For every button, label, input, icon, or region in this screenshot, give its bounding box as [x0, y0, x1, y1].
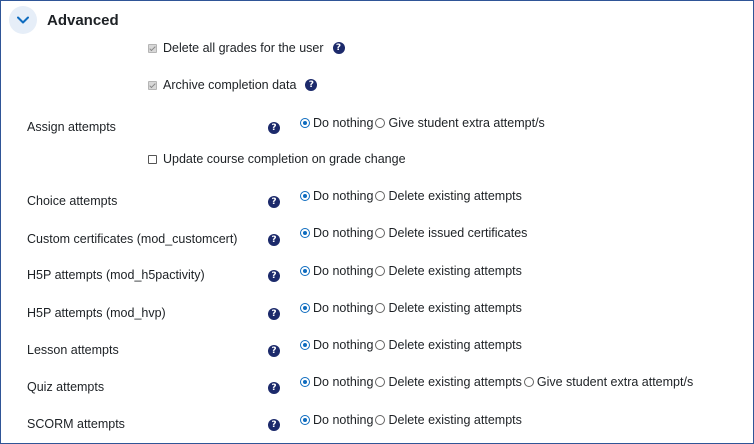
- delete-grades-checkbox[interactable]: [148, 43, 157, 53]
- row-label-h5p-activity-attempts: H5P attempts (mod_h5pactivity): [27, 268, 205, 282]
- help-icon[interactable]: ?: [305, 79, 318, 91]
- radio-button[interactable]: [375, 415, 386, 425]
- radio-option-delete-attempts[interactable]: Delete existing attempts: [375, 375, 522, 389]
- radio-option-extra-attempts[interactable]: Give student extra attempt/s: [375, 116, 545, 130]
- radio-group-quiz-attempts: Do nothing Delete existing attempts Give…: [300, 375, 693, 389]
- radio-option-do-nothing[interactable]: Do nothing: [300, 413, 373, 427]
- help-icon[interactable]: ?: [268, 345, 280, 357]
- radio-button[interactable]: [523, 377, 534, 387]
- help-icon[interactable]: ?: [268, 419, 280, 431]
- help-icon[interactable]: ?: [332, 42, 345, 54]
- archive-completion-label: Archive completion data: [163, 78, 297, 92]
- radio-button[interactable]: [300, 377, 310, 387]
- radio-option-do-nothing[interactable]: Do nothing: [300, 226, 373, 240]
- advanced-settings-panel: Advanced Delete all grades for the user …: [0, 0, 754, 444]
- section-title: Advanced: [47, 11, 119, 29]
- radio-group-custom-certificates: Do nothing Delete issued certificates: [300, 226, 527, 240]
- radio-group-choice-attempts: Do nothing Delete existing attempts: [300, 189, 522, 203]
- delete-grades-option: Delete all grades for the user ?: [148, 41, 345, 55]
- help-icon[interactable]: ?: [268, 196, 280, 208]
- radio-button[interactable]: [375, 340, 386, 350]
- radio-option-delete-attempts[interactable]: Delete existing attempts: [375, 338, 522, 352]
- radio-button[interactable]: [375, 377, 386, 387]
- row-label-choice-attempts: Choice attempts: [27, 194, 118, 208]
- radio-option-delete-certificates[interactable]: Delete issued certificates: [375, 226, 527, 240]
- radio-group-h5p-hvp-attempts: Do nothing Delete existing attempts: [300, 301, 522, 315]
- update-completion-label: Update course completion on grade change: [163, 152, 406, 166]
- radio-button[interactable]: [300, 266, 310, 276]
- radio-option-do-nothing[interactable]: Do nothing: [300, 338, 373, 352]
- row-label-lesson-attempts: Lesson attempts: [27, 343, 119, 357]
- radio-button[interactable]: [375, 228, 386, 238]
- radio-option-delete-attempts[interactable]: Delete existing attempts: [375, 413, 522, 427]
- radio-option-do-nothing[interactable]: Do nothing: [300, 301, 373, 315]
- radio-option-do-nothing[interactable]: Do nothing: [300, 189, 373, 203]
- radio-button[interactable]: [300, 340, 310, 350]
- radio-button[interactable]: [375, 118, 386, 128]
- archive-completion-checkbox[interactable]: [148, 80, 157, 90]
- radio-button[interactable]: [375, 303, 386, 313]
- row-label-quiz-attempts: Quiz attempts: [27, 380, 105, 394]
- archive-completion-option: Archive completion data ?: [148, 78, 318, 92]
- radio-option-do-nothing[interactable]: Do nothing: [300, 375, 373, 389]
- help-icon[interactable]: ?: [268, 122, 280, 134]
- radio-option-extra-attempts[interactable]: Give student extra attempt/s: [523, 375, 693, 389]
- delete-grades-label: Delete all grades for the user: [163, 41, 324, 55]
- radio-button[interactable]: [300, 303, 310, 313]
- radio-option-do-nothing[interactable]: Do nothing: [300, 116, 373, 130]
- section-header: Advanced: [9, 5, 119, 35]
- radio-option-delete-attempts[interactable]: Delete existing attempts: [375, 301, 522, 315]
- radio-button[interactable]: [300, 415, 310, 425]
- radio-button[interactable]: [300, 118, 310, 128]
- collapse-toggle-button[interactable]: [9, 6, 37, 34]
- radio-button[interactable]: [300, 191, 310, 201]
- radio-group-lesson-attempts: Do nothing Delete existing attempts: [300, 338, 522, 352]
- update-completion-checkbox[interactable]: [148, 154, 157, 164]
- row-label-assign-attempts: Assign attempts: [27, 120, 116, 134]
- radio-option-delete-attempts[interactable]: Delete existing attempts: [375, 264, 522, 278]
- radio-group-scorm-attempts: Do nothing Delete existing attempts: [300, 413, 522, 427]
- radio-group-assign-attempts: Do nothing Give student extra attempt/s: [300, 116, 545, 130]
- help-icon[interactable]: ?: [268, 270, 280, 282]
- radio-option-delete-attempts[interactable]: Delete existing attempts: [375, 189, 522, 203]
- radio-option-do-nothing[interactable]: Do nothing: [300, 264, 373, 278]
- chevron-down-icon: [17, 16, 29, 24]
- update-completion-option: Update course completion on grade change: [148, 152, 406, 166]
- row-label-h5p-hvp-attempts: H5P attempts (mod_hvp): [27, 306, 166, 320]
- help-icon[interactable]: ?: [268, 308, 280, 320]
- radio-button[interactable]: [300, 228, 310, 238]
- radio-group-h5p-activity-attempts: Do nothing Delete existing attempts: [300, 264, 522, 278]
- help-icon[interactable]: ?: [268, 382, 280, 394]
- radio-button[interactable]: [375, 266, 386, 276]
- row-label-custom-certificates: Custom certificates (mod_customcert): [27, 232, 238, 246]
- help-icon[interactable]: ?: [268, 234, 280, 246]
- radio-button[interactable]: [375, 191, 386, 201]
- row-label-scorm-attempts: SCORM attempts: [27, 417, 125, 431]
